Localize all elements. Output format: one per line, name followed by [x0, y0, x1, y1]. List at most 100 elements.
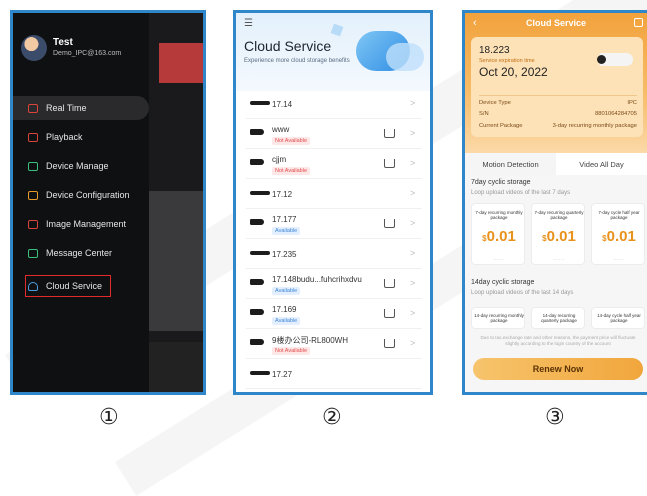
package-card[interactable]: 7-day recurring monthly package $0.01 — …: [471, 203, 525, 265]
camera-image: [595, 49, 635, 71]
package-card[interactable]: 14-day recurring quarterly package: [531, 307, 585, 329]
chevron-right-icon: >: [410, 308, 416, 318]
package-name: 14-day recurring monthly package: [474, 313, 524, 323]
device-row[interactable]: cjjm Not Available >: [246, 149, 422, 179]
tab-motion-detection[interactable]: Motion Detection: [465, 153, 556, 175]
package-price: $0.01: [602, 228, 636, 245]
renew-now-button[interactable]: Renew Now: [473, 358, 643, 380]
cart-icon[interactable]: [384, 129, 395, 138]
info-row-current-package: Current Package 3-day recurring monthly …: [479, 123, 637, 129]
device-row[interactable]: www Not Available >: [246, 119, 422, 149]
price-value: 0.01: [486, 228, 516, 245]
menu-item-device-configuration[interactable]: Device Configuration: [13, 183, 149, 207]
step-label-1: ①: [99, 405, 119, 430]
device-row[interactable]: 17.177 Available >: [246, 209, 422, 239]
package-card[interactable]: 7-day recurring quarterly package $0.01 …: [531, 203, 585, 265]
price-value: 0.01: [606, 228, 636, 245]
tab-video-all-day[interactable]: Video All Day: [556, 153, 647, 175]
step-label-3: ③: [545, 405, 565, 430]
film-icon: [28, 132, 38, 142]
cart-icon[interactable]: [384, 219, 395, 228]
nvr-icon: [250, 251, 270, 255]
package-card[interactable]: 14-day cycle half year package: [591, 307, 645, 329]
page-title: Cloud Service: [244, 38, 332, 54]
nvr-icon: [250, 191, 270, 195]
camera-icon: [250, 159, 264, 165]
device-row[interactable]: 17.12 >: [246, 179, 422, 209]
user-name: Test: [53, 37, 73, 48]
menu-item-device-manage[interactable]: Device Manage: [13, 154, 149, 178]
play-icon: [28, 103, 38, 113]
status-badge: Available: [272, 227, 301, 235]
info-value: 3-day recurring monthly package: [552, 123, 637, 129]
status-badge: Not Available: [272, 167, 311, 175]
camera-icon: [250, 129, 264, 135]
device-name: 17.235: [272, 250, 297, 259]
package-price: $0.01: [482, 228, 516, 245]
menu-item-label: Device Manage: [46, 161, 109, 171]
package-card[interactable]: 7-day cycle half year package $0.01 — — …: [591, 203, 645, 265]
package-price: $0.01: [542, 228, 576, 245]
menu-item-message-center[interactable]: Message Center: [13, 241, 149, 265]
chevron-right-icon: >: [410, 248, 416, 258]
background-video-area: [149, 191, 203, 331]
avatar[interactable]: [21, 35, 47, 61]
camera-icon: [250, 279, 264, 285]
screen-cloud-service-devices: ☰ Cloud Service Experience more cloud st…: [233, 10, 433, 395]
device-row[interactable]: 17.14 >: [246, 89, 422, 119]
camera-icon: [250, 309, 264, 315]
menu-item-label: Image Management: [46, 219, 127, 229]
chevron-right-icon: >: [410, 218, 416, 228]
device-row[interactable]: 17.235 >: [246, 239, 422, 269]
camera-icon: [28, 161, 38, 171]
package-name: 14-day recurring quarterly package: [541, 313, 577, 323]
settings-icon: [28, 190, 38, 200]
status-badge: Available: [272, 287, 301, 295]
info-row-sn: S/N 8801064284705: [479, 111, 637, 117]
background-tabbar: [149, 342, 203, 392]
device-row[interactable]: 17.27: [246, 359, 422, 389]
expiration-label: Service expiration time: [479, 58, 535, 64]
image-icon: [28, 219, 38, 229]
chevron-right-icon: >: [410, 128, 416, 138]
cart-icon[interactable]: [384, 279, 395, 288]
page-subtitle: Experience more cloud storage benefits: [244, 58, 350, 64]
device-name: 17.12: [272, 190, 293, 199]
cart-icon[interactable]: [384, 309, 395, 318]
page-title: Cloud Service: [525, 18, 587, 28]
chevron-right-icon: >: [410, 278, 416, 288]
device-row[interactable]: 17.148budu...fuhcrihxdvu Available >: [246, 269, 422, 299]
menu-item-image-management[interactable]: Image Management: [13, 212, 149, 236]
package-card[interactable]: 14-day recurring monthly package: [471, 307, 525, 329]
back-icon[interactable]: ‹: [473, 17, 477, 29]
menu-icon[interactable]: ☰: [244, 18, 253, 29]
menu-item-playback[interactable]: Playback: [13, 125, 149, 149]
device-name: cjjm: [272, 155, 287, 164]
cart-icon[interactable]: [384, 339, 395, 348]
device-row[interactable]: 17.169 Available >: [246, 299, 422, 329]
chevron-right-icon: >: [410, 98, 416, 108]
status-badge: Available: [272, 317, 301, 325]
expiration-date: Oct 20, 2022: [479, 65, 548, 79]
package-name: 14-day cycle half year package: [597, 313, 641, 323]
screen-navigation-drawer: Test Demo_IPC@163.com Real Time Playback…: [10, 10, 206, 395]
menu-item-real-time[interactable]: Real Time: [13, 96, 149, 120]
section-title: 7day cyclic storage: [471, 179, 531, 186]
cart-icon[interactable]: [384, 159, 395, 168]
tab-bar: Motion Detection Video All Day: [465, 153, 647, 175]
status-badge: Not Available: [272, 137, 311, 145]
chevron-right-icon: >: [410, 188, 416, 198]
camera-icon: [250, 339, 264, 345]
device-row[interactable]: 9楼办公司-RL800WH Not Available >: [246, 329, 422, 359]
camera-icon: [250, 219, 264, 225]
chevron-right-icon: >: [410, 158, 416, 168]
menu-item-label: Device Configuration: [46, 190, 130, 200]
nvr-icon: [250, 101, 270, 105]
background-header: [159, 43, 203, 83]
menu-item-label: Message Center: [46, 248, 113, 258]
chevron-right-icon: >: [410, 338, 416, 348]
screen-cloud-service-purchase: Cloud Service ‹ 18.223 Service expiratio…: [462, 10, 647, 395]
order-icon[interactable]: [634, 18, 643, 27]
camera-lens: [597, 55, 606, 64]
info-label: S/N: [479, 111, 489, 117]
